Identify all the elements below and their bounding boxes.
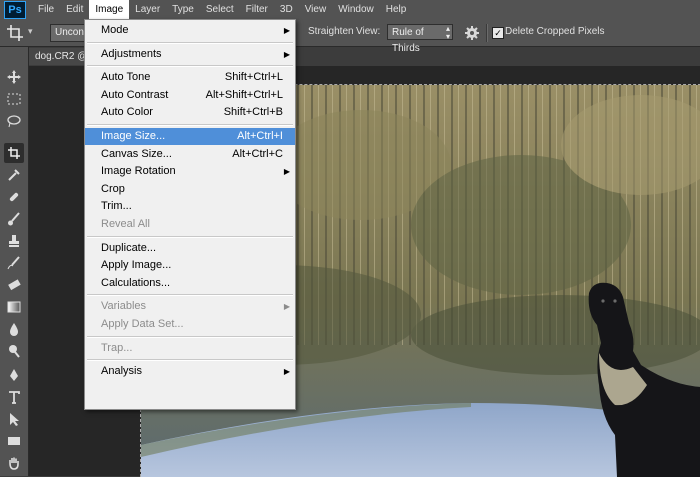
menu-item-label: Auto Color: [101, 106, 153, 119]
menu-item-adjustments[interactable]: Adjustments ▶: [85, 46, 295, 63]
submenu-arrow-icon: ▶: [283, 367, 290, 377]
menu-edit[interactable]: Edit: [60, 0, 89, 20]
lasso-tool-icon[interactable]: [4, 111, 24, 131]
menu-item-label: Auto Contrast: [101, 88, 169, 101]
submenu-arrow-icon: ▶: [283, 49, 290, 59]
pen-tool-icon[interactable]: [4, 365, 24, 385]
menu-item-label: Trim...: [101, 200, 132, 213]
view-label: View:: [356, 26, 381, 37]
menu-item-reveal-all: Reveal All: [85, 216, 295, 233]
menu-item-label: Apply Image...: [101, 259, 172, 272]
brush-tool-icon[interactable]: [4, 209, 24, 229]
menu-item-analysis[interactable]: Analysis ▶: [85, 363, 295, 380]
menubar-items: File Edit Image Layer Type Select Filter 3D View…: [32, 0, 412, 20]
options-divider: [486, 24, 488, 42]
menu-view[interactable]: View: [299, 0, 333, 20]
menu-item-image-rotation[interactable]: Image Rotation ▶: [85, 163, 295, 180]
submenu-arrow-icon: ▶: [283, 167, 290, 177]
menu-item-label: Reveal All: [101, 218, 150, 230]
menu-separator: [87, 124, 293, 126]
menu-item-image-size[interactable]: Image Size... Alt+Ctrl+I: [85, 128, 295, 145]
menu-item-apply-image[interactable]: Apply Image...: [85, 257, 295, 274]
menu-help[interactable]: Help: [380, 0, 413, 20]
menu-item-label: Image Rotation: [101, 165, 176, 178]
spinner-icon: ▴ ▾: [445, 24, 450, 41]
menu-item-shortcut: Alt+Shift+Ctrl+L: [205, 88, 283, 101]
menu-item-calculations[interactable]: Calculations...: [85, 275, 295, 292]
crop-tool-icon[interactable]: [6, 24, 24, 42]
delete-cropped-pixels-checkbox[interactable]: ✓: [492, 27, 504, 39]
menu-filter[interactable]: Filter: [240, 0, 274, 20]
menu-item-label: Image Size...: [101, 130, 166, 142]
clone-stamp-tool-icon[interactable]: [4, 231, 24, 251]
menu-item-label: Duplicate...: [101, 241, 157, 254]
menu-file[interactable]: File: [32, 0, 60, 20]
crop-tool-icon-panel[interactable]: [4, 143, 24, 163]
menu-item-label: Apply Data Set...: [101, 318, 184, 330]
rectangle-tool-icon[interactable]: [4, 431, 24, 451]
menu-item-label: Analysis: [101, 365, 142, 378]
menu-item-auto-tone[interactable]: Auto Tone Shift+Ctrl+L: [85, 69, 295, 86]
menu-item-label: Calculations...: [101, 276, 171, 289]
gradient-tool-icon[interactable]: [4, 297, 24, 317]
menu-separator: [87, 65, 293, 68]
menu-window[interactable]: Window: [332, 0, 380, 20]
menu-item-trim[interactable]: Trim...: [85, 198, 295, 215]
menu-item-shortcut: Shift+Ctrl+L: [224, 71, 283, 84]
menu-layer[interactable]: Layer: [129, 0, 166, 20]
menu-separator: [87, 359, 293, 362]
menu-item-auto-contrast[interactable]: Auto Contrast Alt+Shift+Ctrl+L: [85, 87, 295, 104]
menu-item-label: Canvas Size...: [101, 147, 172, 160]
menu-image[interactable]: Image: [89, 0, 130, 20]
image-menu-dropdown: Mode ▶ Adjustments ▶ Auto Tone Shift+Ctrl+L Au…: [84, 19, 296, 410]
history-brush-tool-icon[interactable]: [4, 253, 24, 273]
menu-item-shortcut: Shift+Ctrl+B: [223, 106, 283, 119]
path-selection-tool-icon[interactable]: [4, 409, 24, 429]
menu-item-auto-color[interactable]: Auto Color Shift+Ctrl+B: [85, 104, 295, 121]
menu-separator: [87, 235, 293, 238]
menu-item-duplicate[interactable]: Duplicate...: [85, 240, 295, 257]
dodge-tool-icon[interactable]: [4, 341, 24, 361]
healing-brush-tool-icon[interactable]: [4, 187, 24, 207]
menu-item-label: Mode: [101, 24, 129, 36]
submenu-arrow-icon: ▶: [283, 302, 290, 312]
menubar: Ps File Edit Image Layer Type Select Filter 3D V…: [0, 0, 700, 20]
menu-item-crop[interactable]: Crop: [85, 181, 295, 198]
menu-item-label: Auto Tone: [101, 71, 151, 84]
menu-item-apply-data-set: Apply Data Set...: [85, 316, 295, 333]
submenu-arrow-icon: ▶: [283, 26, 290, 35]
menu-item-mode[interactable]: Mode ▶: [85, 22, 295, 39]
menu-item-label: Trap...: [101, 341, 133, 354]
menu-item-trap: Trap...: [85, 340, 295, 357]
menu-item-label: Adjustments: [101, 47, 162, 60]
menu-item-variables: Variables ▶: [85, 298, 295, 315]
type-tool-icon[interactable]: [4, 387, 24, 407]
menu-item-label: Variables: [101, 300, 147, 313]
menu-separator: [87, 335, 293, 338]
tool-preset-dropdown-icon[interactable]: ▾: [28, 26, 33, 37]
delete-cropped-pixels-label: Delete Cropped Pixels: [505, 26, 605, 37]
overlay-view-value: Rule of Thirds: [392, 27, 424, 54]
eraser-tool-icon[interactable]: [4, 275, 24, 295]
photoshop-logo: Ps: [4, 1, 26, 19]
eyedropper-tool-icon[interactable]: [4, 165, 24, 185]
menu-select[interactable]: Select: [200, 0, 240, 20]
menu-3d[interactable]: 3D: [274, 0, 299, 20]
menu-separator: [87, 294, 293, 297]
tools-panel: [0, 47, 29, 476]
menu-item-label: Crop: [101, 182, 125, 195]
gear-icon[interactable]: [464, 25, 480, 41]
straighten-button[interactable]: Straighten: [308, 26, 354, 37]
move-tool-icon[interactable]: [4, 67, 24, 87]
marquee-tool-icon[interactable]: [4, 89, 24, 109]
blur-tool-icon[interactable]: [4, 319, 24, 339]
menu-item-canvas-size[interactable]: Canvas Size... Alt+Ctrl+C: [85, 146, 295, 163]
hand-tool-icon[interactable]: [4, 453, 24, 473]
menu-item-shortcut: Alt+Ctrl+I: [237, 130, 283, 142]
menu-separator: [87, 41, 293, 44]
menu-type[interactable]: Type: [166, 0, 200, 20]
overlay-view-select[interactable]: Rule of Thirds ▴ ▾: [387, 24, 453, 54]
menu-item-shortcut: Alt+Ctrl+C: [232, 147, 283, 160]
